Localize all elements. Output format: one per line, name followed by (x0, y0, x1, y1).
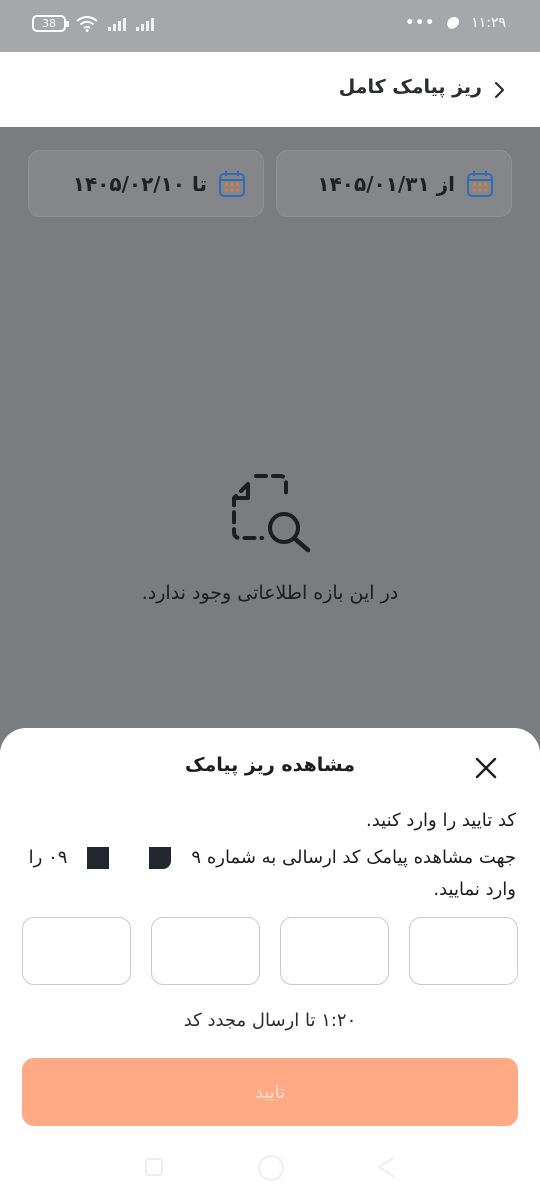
more-dots: ••• (405, 15, 436, 31)
instruction-prefix: جهت مشاهده پیامک کد ارسالی به شماره ۹ (191, 847, 516, 868)
otp-digit-4[interactable] (22, 917, 131, 985)
instruction-line1: کد تایید را وارد کنید. (366, 810, 516, 831)
resend-timer: ۱:۲۰ تا ارسال مجدد کد (183, 1010, 357, 1031)
to-date-value: ۱۴۰۵/۰۲/۱۰ (72, 171, 185, 196)
chevron-right-icon[interactable] (490, 78, 510, 102)
app-header: ریز پیامک کامل (0, 52, 540, 127)
to-date-filter[interactable]: تا ۱۴۰۵/۰۲/۱۰ (28, 150, 264, 217)
confirm-button[interactable]: تایید (22, 1058, 518, 1126)
masked-digit (149, 847, 172, 869)
signal-icon (108, 17, 126, 31)
to-label: تا (191, 171, 207, 196)
masked-digit (87, 847, 110, 869)
otp-input-row (22, 917, 518, 985)
system-nav-bar (0, 1154, 540, 1184)
status-right: ••• ۱۱:۲۹ (405, 15, 506, 31)
status-left: 38 (32, 15, 154, 32)
from-date-filter[interactable]: از ۱۴۰۵/۰۱/۳۱ (276, 150, 512, 217)
otp-digit-3[interactable] (151, 917, 260, 985)
number-tail: ۰۹ (48, 847, 68, 868)
sheet-title: مشاهده ریز پیامک (185, 754, 355, 776)
otp-digit-1[interactable] (409, 917, 518, 985)
document-search-icon (232, 474, 311, 553)
to-date-text: تا ۱۴۰۵/۰۲/۱۰ (73, 172, 207, 196)
recent-apps-icon[interactable] (145, 1158, 163, 1176)
calendar-icon (467, 170, 493, 197)
status-bar: 38 ••• ۱۱:۲۹ (0, 0, 540, 52)
signal-icon-2 (136, 17, 154, 31)
empty-state-message: در این بازه اطلاعاتی وجود ندارد. (141, 582, 399, 604)
instruction-line2: جهت مشاهده پیامک کد ارسالی به شماره ۹۰۹ … (16, 842, 516, 906)
clock: ۱۱:۲۹ (471, 15, 506, 31)
wifi-icon (76, 15, 98, 32)
close-icon[interactable] (474, 756, 498, 780)
from-date-value: ۱۴۰۵/۰۱/۳۱ (317, 171, 430, 196)
page-title: ریز پیامک کامل (338, 76, 482, 98)
back-nav-icon[interactable] (376, 1156, 396, 1178)
battery-icon: 38 (32, 15, 69, 32)
from-date-text: از ۱۴۰۵/۰۱/۳۱ (317, 172, 455, 196)
notification-icon (447, 17, 460, 29)
otp-digit-2[interactable] (280, 917, 389, 985)
calendar-icon (219, 170, 245, 197)
from-label: از (436, 171, 455, 196)
home-icon[interactable] (258, 1155, 284, 1181)
otp-bottom-sheet: مشاهده ریز پیامک کد تایید را وارد کنید. … (0, 728, 540, 1200)
